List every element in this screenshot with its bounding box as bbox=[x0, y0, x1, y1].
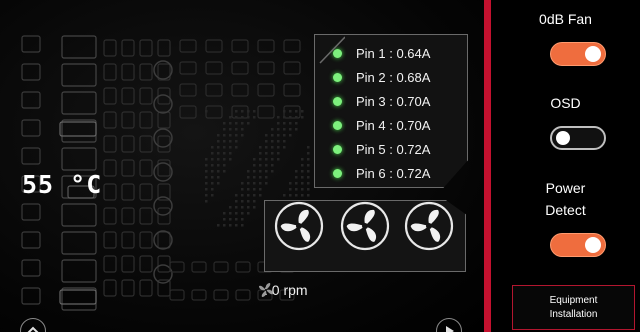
osd-label: OSD bbox=[550, 95, 581, 111]
power-detect-label-line2: Detect bbox=[545, 202, 586, 218]
pin-row: Pin 3 : 0.70A bbox=[333, 90, 430, 112]
pin-current-panel: Pin 1 : 0.64A Pin 2 : 0.68A Pin 3 : 0.70… bbox=[314, 34, 468, 188]
toggle-knob bbox=[556, 131, 570, 145]
pin-row: Pin 6 : 0.72A bbox=[333, 162, 430, 184]
chevron-right-icon bbox=[446, 326, 454, 332]
temperature-unit: °C bbox=[70, 170, 103, 199]
next-button[interactable] bbox=[436, 318, 462, 332]
fan-status-panel bbox=[264, 200, 466, 272]
equipment-button-line2: Installation bbox=[549, 308, 598, 320]
zero-db-fan-label: 0dB Fan bbox=[539, 11, 592, 27]
fan-icon bbox=[404, 201, 454, 251]
panel-corner-decoration bbox=[319, 36, 345, 64]
zero-db-fan-toggle[interactable] bbox=[550, 42, 606, 66]
chevron-up-icon bbox=[27, 326, 39, 332]
temperature-readout: 55 °C bbox=[22, 170, 102, 199]
fan-icon bbox=[340, 201, 390, 251]
toggle-knob bbox=[585, 237, 601, 253]
pin-row: Pin 2 : 0.68A bbox=[333, 66, 430, 88]
pin-row: Pin 1 : 0.64A bbox=[333, 42, 430, 64]
pin-status-icon bbox=[333, 96, 342, 106]
pin-label: Pin 1 : 0.64A bbox=[356, 45, 431, 61]
pin-label: Pin 4 : 0.70A bbox=[356, 117, 431, 133]
toggle-knob bbox=[585, 46, 601, 62]
gpu-control-panel: 55 °C Pin 1 : 0.64A Pin 2 : 0.68A Pin 3 … bbox=[0, 0, 640, 332]
pin-label: Pin 2 : 0.68A bbox=[356, 69, 431, 85]
equipment-installation-button[interactable]: Equipment Installation bbox=[512, 285, 635, 330]
pin-label: Pin 3 : 0.70A bbox=[356, 93, 431, 109]
pin-row: Pin 4 : 0.70A bbox=[333, 114, 430, 136]
fan-speed-readout: : 0 rpm bbox=[258, 282, 308, 298]
equipment-button-line1: Equipment bbox=[549, 294, 598, 306]
fan-icon bbox=[274, 201, 324, 251]
pcb-board-view: 55 °C Pin 1 : 0.64A Pin 2 : 0.68A Pin 3 … bbox=[0, 0, 484, 332]
power-detect-label-line1: Power bbox=[545, 180, 586, 196]
accent-divider bbox=[484, 0, 491, 332]
fan-small-icon bbox=[259, 283, 273, 297]
temperature-value: 55 bbox=[22, 170, 55, 199]
power-detect-toggle[interactable] bbox=[550, 233, 606, 257]
scroll-up-button[interactable] bbox=[20, 318, 46, 332]
osd-toggle[interactable] bbox=[550, 126, 606, 150]
settings-panel: 0dB Fan OSD Power Detect Equipment Insta… bbox=[491, 0, 640, 332]
pin-status-icon bbox=[333, 144, 342, 154]
pin-label: Pin 5 : 0.72A bbox=[356, 141, 431, 157]
pin-status-icon bbox=[333, 120, 342, 130]
pin-status-icon bbox=[333, 168, 342, 178]
pin-status-icon bbox=[333, 72, 342, 82]
pin-row: Pin 5 : 0.72A bbox=[333, 138, 430, 160]
pin-label: Pin 6 : 0.72A bbox=[356, 165, 431, 181]
